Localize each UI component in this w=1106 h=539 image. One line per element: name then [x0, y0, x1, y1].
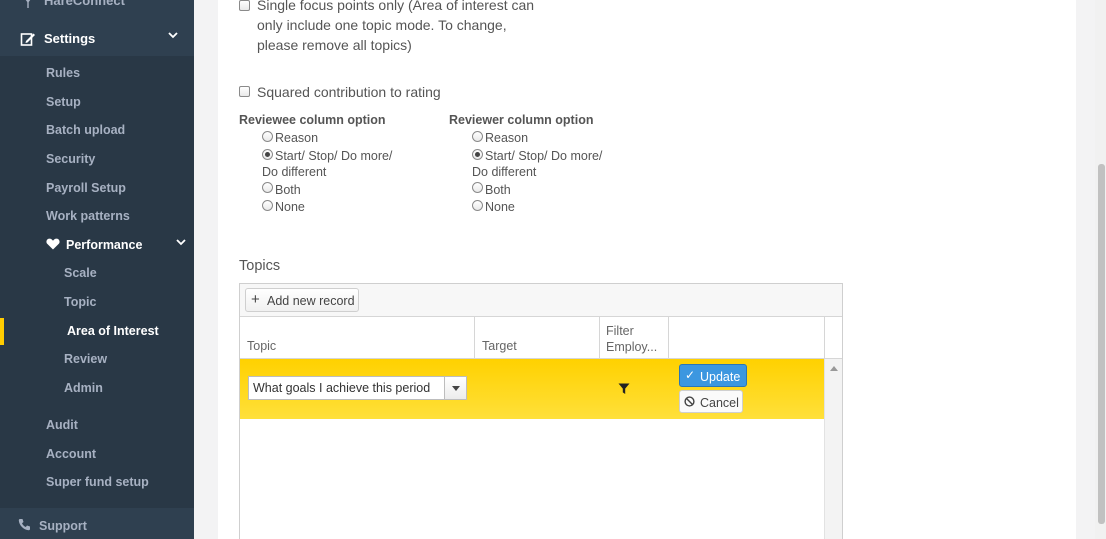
- reviewer-radio-start-stop[interactable]: [472, 149, 483, 160]
- sidebar-item-account[interactable]: Account: [46, 447, 96, 461]
- cancel-icon: [684, 396, 695, 407]
- scroll-up-icon[interactable]: [830, 366, 838, 371]
- reviewer-radio-label: Both: [485, 183, 511, 197]
- sidebar-item-security[interactable]: Security: [46, 152, 95, 166]
- reviewer-radio-reason[interactable]: [472, 131, 483, 142]
- sidebar-item-support[interactable]: Support: [0, 510, 194, 539]
- edit-icon: [20, 33, 35, 46]
- heart-icon: [46, 238, 60, 250]
- column-header-label-line1: Filter: [606, 324, 634, 338]
- sidebar-item-setup[interactable]: Setup: [46, 95, 81, 109]
- performance-label: Performance: [66, 238, 143, 252]
- chevron-down-icon[interactable]: [444, 377, 466, 399]
- sidebar: HareConnect Settings Rules Setup Batch u…: [0, 0, 194, 539]
- reviewee-option-title: Reviewee column option: [239, 113, 386, 127]
- column-header-label: Target: [482, 339, 517, 353]
- topics-grid: + Add new record Topic Target Filter Empl…: [239, 283, 843, 539]
- support-label: Support: [39, 519, 87, 533]
- sidebar-item-settings[interactable]: Settings: [0, 24, 194, 54]
- column-header-label: Topic: [247, 339, 277, 353]
- sidebar-item-review[interactable]: Review: [64, 352, 107, 366]
- reviewer-radio-label: Start/ Stop/ Do more/: [485, 149, 603, 163]
- topic-select-value: What goals I achieve this period: [253, 381, 431, 395]
- add-new-record-label: Add new record: [267, 294, 355, 308]
- table-row-editing: What goals I achieve this period ✓ Updat…: [240, 359, 824, 419]
- cancel-button[interactable]: Cancel: [679, 390, 743, 413]
- reviewer-radio-label: Reason: [485, 131, 529, 145]
- sidebar-item-audit[interactable]: Audit: [46, 418, 78, 432]
- page-scrollbar-thumb[interactable]: [1098, 164, 1105, 524]
- chevron-down-icon: [168, 32, 178, 39]
- reviewee-radio-start-stop[interactable]: [262, 149, 273, 160]
- topics-title: Topics: [239, 258, 281, 274]
- chevron-down-icon: [176, 239, 186, 246]
- grid-toolbar: + Add new record: [240, 284, 842, 317]
- reviewee-radio-both[interactable]: [262, 182, 273, 193]
- column-header-filter-employ[interactable]: Filter Employ...: [600, 317, 669, 358]
- filter-icon[interactable]: [618, 383, 630, 395]
- reviewer-radio-label-cont: Do different: [472, 165, 537, 179]
- single-focus-label-line3: please remove all topics): [257, 37, 412, 53]
- pin-icon: [25, 0, 31, 8]
- cancel-label: Cancel: [700, 396, 739, 410]
- column-header-label-line2: Employ...: [606, 340, 658, 354]
- reviewee-radio-label: Start/ Stop/ Do more/: [275, 149, 393, 163]
- reviewee-radio-none[interactable]: [262, 200, 273, 211]
- add-new-record-button[interactable]: + Add new record: [245, 288, 359, 312]
- grid-header: Topic Target Filter Employ...: [240, 317, 842, 359]
- squared-contribution-label: Squared contribution to rating: [257, 84, 441, 100]
- sidebar-item-work-patterns[interactable]: Work patterns: [46, 209, 130, 223]
- phone-icon: [18, 519, 30, 531]
- sidebar-item-batch-upload[interactable]: Batch upload: [46, 123, 125, 137]
- reviewee-radio-label: Both: [275, 183, 301, 197]
- sidebar-item-topic[interactable]: Topic: [64, 295, 96, 309]
- update-button[interactable]: ✓ Update: [679, 364, 747, 387]
- reviewee-radio-reason[interactable]: [262, 131, 273, 142]
- check-icon: ✓: [685, 368, 696, 382]
- reviewer-option-title: Reviewer column option: [449, 113, 594, 127]
- page-scrollbar[interactable]: [1095, 0, 1106, 539]
- column-header-label: Filter Employ...: [606, 323, 657, 355]
- reviewee-radio-label: Reason: [275, 131, 319, 145]
- topic-select[interactable]: What goals I achieve this period: [248, 376, 467, 400]
- sidebar-item-label: HareConnect: [44, 0, 125, 8]
- plus-icon: +: [251, 291, 260, 308]
- single-focus-label-line1: Single focus points only (Area of intere…: [257, 0, 535, 13]
- column-header-actions: [669, 317, 825, 358]
- sidebar-item-scale[interactable]: Scale: [64, 266, 97, 280]
- single-focus-checkbox[interactable]: [239, 0, 250, 11]
- sidebar-item-performance[interactable]: Performance: [46, 236, 194, 256]
- single-focus-label-line2: only include one topic mode. To change,: [257, 17, 507, 33]
- reviewer-radio-none[interactable]: [472, 200, 483, 211]
- sidebar-item-payroll-setup[interactable]: Payroll Setup: [46, 181, 126, 195]
- grid-scrollbar[interactable]: [824, 359, 842, 539]
- sidebar-item-rules[interactable]: Rules: [46, 66, 80, 80]
- sidebar-item-hareconnect[interactable]: HareConnect: [0, 0, 194, 16]
- settings-label: Settings: [44, 31, 96, 46]
- reviewee-radio-label: None: [275, 200, 305, 214]
- reviewer-radio-both[interactable]: [472, 182, 483, 193]
- reviewer-radio-label: None: [485, 200, 515, 214]
- column-header-topic[interactable]: Topic: [240, 317, 475, 358]
- squared-contribution-checkbox[interactable]: [239, 86, 250, 97]
- update-label: Update: [700, 370, 741, 384]
- sidebar-item-area-of-interest[interactable]: Area of Interest: [67, 324, 159, 338]
- active-indicator: [0, 318, 4, 345]
- settings-submenu: Rules Setup Batch upload Security Payrol…: [0, 56, 194, 508]
- sidebar-item-super-fund-setup[interactable]: Super fund setup: [46, 475, 149, 489]
- reviewee-radio-label-cont: Do different: [262, 165, 327, 179]
- sidebar-item-admin[interactable]: Admin: [64, 381, 103, 395]
- column-header-target[interactable]: Target: [475, 317, 600, 358]
